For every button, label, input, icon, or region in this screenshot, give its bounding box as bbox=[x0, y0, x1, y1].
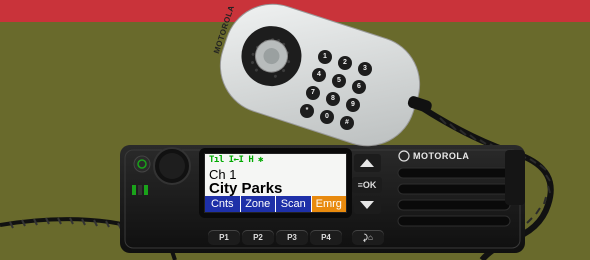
zone-name: City Parks bbox=[209, 180, 283, 197]
softkey-emergency[interactable]: Emrg bbox=[310, 196, 346, 212]
microphone-handset bbox=[219, 3, 432, 147]
mic-key-0[interactable]: 0 bbox=[320, 110, 334, 124]
p1-button[interactable]: P1 bbox=[208, 230, 240, 245]
p2-button[interactable]: P2 bbox=[242, 230, 274, 245]
mic-key-2[interactable]: 2 bbox=[338, 56, 352, 70]
volume-knob[interactable] bbox=[154, 148, 190, 184]
mic-key-4[interactable]: 4 bbox=[312, 68, 326, 82]
radio-brand-logo: MOTOROLA bbox=[413, 151, 470, 161]
mic-key-8[interactable]: 8 bbox=[326, 92, 340, 106]
down-arrow-button[interactable] bbox=[354, 196, 381, 214]
mic-key-hash[interactable]: # bbox=[340, 116, 354, 130]
power-button[interactable] bbox=[134, 156, 150, 172]
back-home-button[interactable]: ⤸⌂ bbox=[352, 230, 384, 245]
p4-button[interactable]: P4 bbox=[310, 230, 342, 245]
softkey-scan[interactable]: Scan bbox=[275, 196, 311, 212]
softkey-contacts[interactable]: Cnts bbox=[205, 196, 240, 212]
softkey-zone[interactable]: Zone bbox=[239, 196, 275, 212]
menu-ok-button[interactable]: ≡OK bbox=[352, 177, 382, 193]
mic-hanger bbox=[505, 150, 525, 205]
radio-scene bbox=[0, 3, 554, 260]
status-icons: Tıl I←I H ✱ bbox=[209, 155, 264, 165]
mic-key-1[interactable]: 1 bbox=[318, 50, 332, 64]
mic-key-3[interactable]: 3 bbox=[358, 62, 372, 76]
softkey-bar: Cnts Zone Scan Emrg bbox=[205, 196, 346, 212]
p3-button[interactable]: P3 bbox=[276, 230, 308, 245]
mic-key-star[interactable]: * bbox=[300, 104, 314, 118]
mic-key-7[interactable]: 7 bbox=[306, 86, 320, 100]
up-arrow-button[interactable] bbox=[354, 154, 381, 172]
mic-key-6[interactable]: 6 bbox=[352, 80, 366, 94]
mic-key-5[interactable]: 5 bbox=[332, 74, 346, 88]
mic-key-9[interactable]: 9 bbox=[346, 98, 360, 112]
radio-display: Tıl I←I H ✱ Ch 1 City Parks Cnts Zone Sc… bbox=[204, 153, 347, 213]
